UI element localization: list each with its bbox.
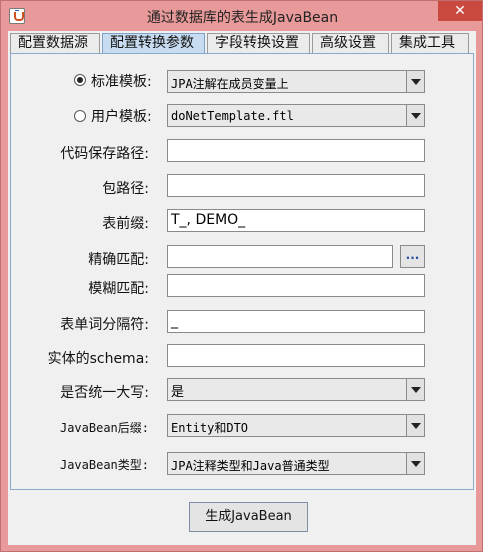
entity-schema-field[interactable] [167, 344, 425, 367]
tab-conversion-params[interactable]: 配置转换参数 [102, 33, 205, 55]
conversion-params-panel: 标准模板: JPA注解在成员变量上 用户模板: doNetTemplate.ft… [10, 53, 474, 490]
window-title: 通过数据库的表生成JavaBean [146, 10, 339, 26]
package-path-label: 包路径: [102, 181, 149, 197]
client-area: 配置数据源 配置转换参数 字段转换设置 高级设置 集成工具 标准模板: JPA注… [8, 31, 476, 545]
tab-datasource[interactable]: 配置数据源 [10, 33, 100, 54]
fuzzy-match-field[interactable] [167, 274, 425, 297]
word-separator-field[interactable]: _ [167, 310, 425, 333]
user-template-radio[interactable] [74, 110, 86, 122]
tab-field-conversion[interactable]: 字段转换设置 [207, 33, 310, 54]
uppercase-value: 是 [171, 385, 185, 400]
chevron-down-icon[interactable] [406, 71, 424, 92]
code-save-path-field[interactable] [167, 139, 425, 162]
entity-schema-label: 实体的schema: [47, 351, 149, 367]
standard-template-label: 标准模板: [91, 74, 152, 90]
standard-template-value: JPA注解在成员变量上 [171, 77, 289, 91]
uppercase-select[interactable]: 是 [167, 378, 425, 401]
bean-type-label: JavaBean类型: [59, 458, 149, 472]
user-template-value: doNetTemplate.ftl [171, 109, 294, 123]
standard-template-radio[interactable] [74, 74, 86, 86]
exact-match-field[interactable] [167, 245, 393, 268]
bean-suffix-value: Entity和DTO [171, 421, 249, 435]
chevron-down-icon[interactable] [406, 415, 424, 436]
word-separator-label: 表单词分隔符: [60, 317, 149, 333]
title-bar[interactable]: 通过数据库的表生成JavaBean ✕ [1, 1, 483, 31]
user-template-label: 用户模板: [91, 109, 152, 125]
package-path-field[interactable] [167, 174, 425, 197]
tab-integration-tools[interactable]: 集成工具 [391, 33, 469, 54]
code-save-path-label: 代码保存路径: [60, 146, 149, 162]
user-template-select[interactable]: doNetTemplate.ftl [167, 104, 425, 127]
exact-match-label: 精确匹配: [88, 252, 149, 268]
table-prefix-value: T_, DEMO_ [171, 212, 246, 228]
fuzzy-match-label: 模糊匹配: [88, 281, 149, 297]
word-separator-value: _ [171, 313, 178, 329]
table-prefix-label: 表前缀: [102, 216, 149, 232]
bean-type-select[interactable]: JPA注释类型和Java普通类型 [167, 452, 425, 475]
bean-suffix-label: JavaBean后缀: [59, 421, 149, 435]
generate-javabean-button[interactable]: 生成JavaBean [189, 502, 308, 532]
chevron-down-icon[interactable] [406, 379, 424, 400]
uppercase-label: 是否统一大写: [60, 385, 149, 401]
tab-advanced[interactable]: 高级设置 [312, 33, 389, 54]
table-prefix-field[interactable]: T_, DEMO_ [167, 209, 425, 232]
chevron-down-icon[interactable] [406, 453, 424, 474]
chevron-down-icon[interactable] [406, 105, 424, 126]
app-window: 通过数据库的表生成JavaBean ✕ 配置数据源 配置转换参数 字段转换设置 … [0, 0, 483, 552]
standard-template-select[interactable]: JPA注解在成员变量上 [167, 70, 425, 93]
exact-match-browse-button[interactable]: ... [400, 245, 425, 268]
bean-suffix-select[interactable]: Entity和DTO [167, 414, 425, 437]
close-button[interactable]: ✕ [438, 1, 482, 21]
bean-type-value: JPA注释类型和Java普通类型 [171, 459, 330, 473]
